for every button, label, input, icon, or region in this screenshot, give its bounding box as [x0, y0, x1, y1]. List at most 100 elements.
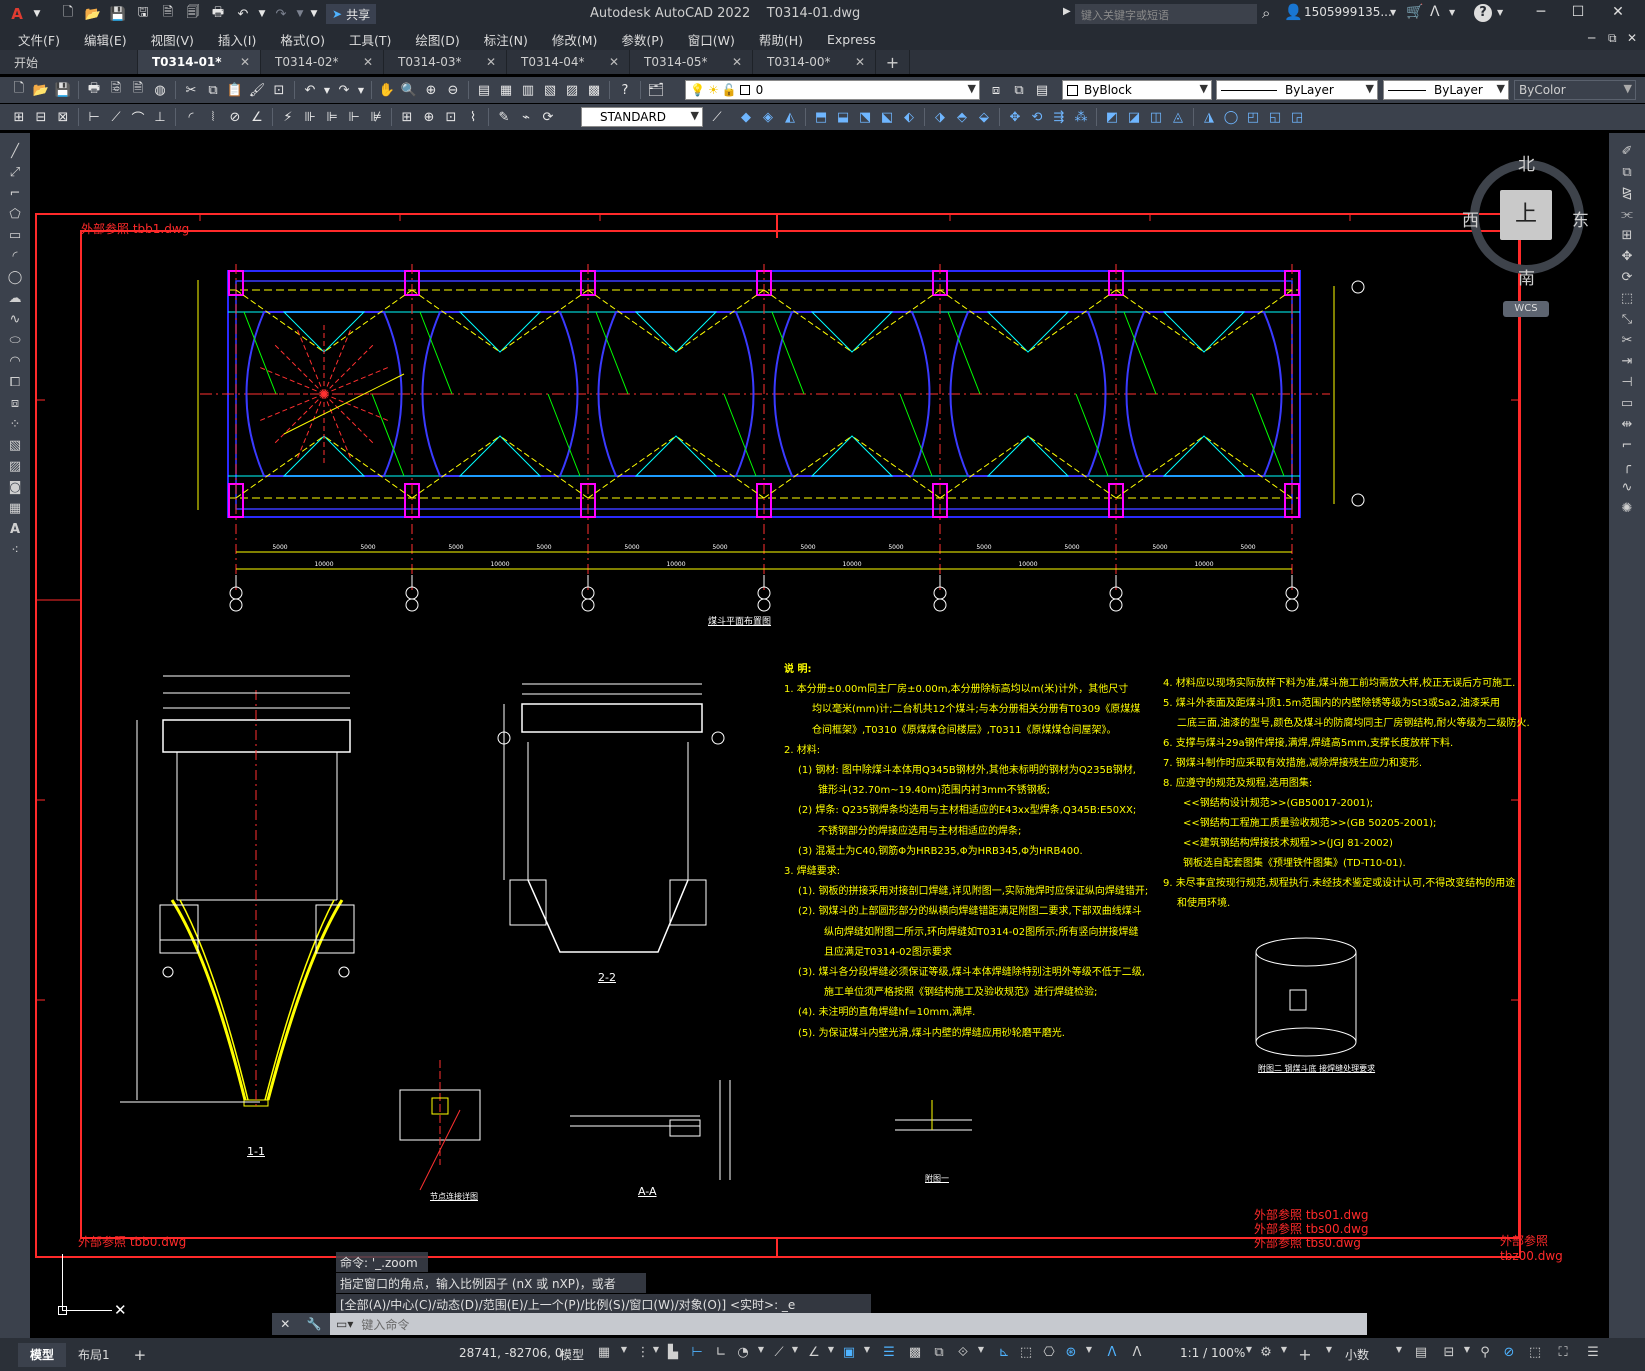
ellipse-icon[interactable]: ⬭: [5, 332, 25, 350]
blend-curves-icon[interactable]: ∿: [1617, 479, 1637, 497]
tab-t0314-04[interactable]: T0314-04* ✕: [507, 50, 630, 74]
command-input[interactable]: 键入命令: [361, 1316, 409, 1333]
3d-print-icon[interactable]: ◍: [151, 81, 169, 99]
tool-palettes-icon[interactable]: ▥: [519, 81, 537, 99]
block-editor-icon[interactable]: ⊡: [270, 81, 288, 99]
radius-dim-icon[interactable]: ◜: [182, 108, 200, 126]
qnew-icon[interactable]: 🗋: [10, 81, 28, 99]
autodesk-dropdown-icon[interactable]: ▼: [1449, 8, 1455, 17]
status-menu-icon[interactable]: ☰: [1584, 1345, 1602, 1363]
sheet-set-icon[interactable]: ▧: [541, 81, 559, 99]
center-mark-icon[interactable]: ⊕: [420, 108, 438, 126]
menu-format[interactable]: 格式(O): [280, 30, 325, 49]
dynamic-input-icon[interactable]: ⊢: [688, 1345, 706, 1363]
inspection-icon[interactable]: ⊡: [442, 108, 460, 126]
publish-icon[interactable]: 🗎: [129, 81, 147, 99]
workspace-dropdown-icon[interactable]: ▼: [1275, 1345, 1293, 1363]
viewcube-south[interactable]: 南: [1518, 264, 1535, 289]
help-icon[interactable]: ?: [1474, 4, 1492, 22]
markup-icon[interactable]: ▨: [563, 81, 581, 99]
add-layout-button[interactable]: +: [122, 1343, 159, 1367]
ellipse-arc-icon[interactable]: ◠: [5, 353, 25, 371]
model-space-toggle[interactable]: 模型: [560, 1346, 584, 1363]
undo-dropdown-icon[interactable]: ▼: [257, 4, 267, 24]
tab-close-icon[interactable]: ✕: [855, 55, 865, 69]
dynamic-ucs-icon[interactable]: ⊾: [995, 1345, 1013, 1363]
presspull-icon[interactable]: ⬖: [900, 108, 918, 126]
tab-t0314-03[interactable]: T0314-03* ✕: [384, 50, 507, 74]
user-name[interactable]: 1505999135...: [1304, 5, 1392, 19]
tab-t0314-02[interactable]: T0314-02* ✕: [261, 50, 384, 74]
search-icon[interactable]: ⌕: [1262, 4, 1270, 22]
layer-walk-icon[interactable]: ⊟: [32, 108, 50, 126]
cone-icon[interactable]: ◭: [781, 108, 799, 126]
customize-quick-access-icon[interactable]: ▼: [308, 4, 320, 24]
tab-close-icon[interactable]: ✕: [609, 55, 619, 69]
viewcube-north[interactable]: 北: [1518, 150, 1535, 175]
object-snap-dropdown-icon[interactable]: ▼: [858, 1345, 876, 1363]
save-icon[interactable]: 💾: [54, 81, 72, 99]
gradient-icon[interactable]: ▨: [5, 458, 25, 476]
plot-icon[interactable]: 🖶: [207, 4, 229, 24]
tab-t0314-00[interactable]: T0314-00* ✕: [753, 50, 876, 74]
minimize-icon[interactable]: ─: [1530, 4, 1552, 20]
arc-length-icon[interactable]: ⌒: [129, 108, 147, 127]
fillet-icon[interactable]: ╭: [1617, 458, 1637, 476]
redo-dropdown-icon[interactable]: ▼: [295, 4, 305, 24]
menu-view[interactable]: 视图(V): [151, 30, 194, 49]
dim-break-icon[interactable]: ⊯: [367, 108, 385, 126]
command-customize-icon[interactable]: 🔧: [307, 1317, 322, 1331]
rotate-icon[interactable]: ⟳: [1617, 269, 1637, 287]
new-file-icon[interactable]: 🗋: [57, 4, 79, 24]
table-icon[interactable]: ▦: [5, 500, 25, 518]
tab-t0314-05[interactable]: T0314-05* ✕: [630, 50, 753, 74]
dim-space-icon[interactable]: ⊩: [345, 108, 363, 126]
menu-parametric[interactable]: 参数(P): [621, 30, 663, 49]
section-plane-icon[interactable]: ◬: [1169, 108, 1187, 126]
union-icon[interactable]: ⬗: [931, 108, 949, 126]
annotation-visibility-icon[interactable]: ⊛: [1062, 1345, 1080, 1363]
annotation-dropdown-icon[interactable]: ▼: [1080, 1345, 1098, 1363]
break-at-point-icon[interactable]: ⊣: [1617, 374, 1637, 392]
drawing-canvas[interactable]: 5000 5000 5000 5000 5000 5000 5000 5000 5000 5000…: [30, 133, 1609, 1350]
help-dropdown-icon[interactable]: ▼: [1497, 8, 1503, 17]
rectangle-icon[interactable]: ▭: [5, 227, 25, 245]
baseline-dim-icon[interactable]: ⊪: [301, 108, 319, 126]
tab-close-icon[interactable]: ✕: [240, 55, 250, 69]
units-display[interactable]: 小数: [1345, 1346, 1369, 1363]
menu-dimension[interactable]: 标注(N): [484, 30, 528, 49]
3d-osnap-icon[interactable]: ⟐: [954, 1345, 972, 1363]
dim-style-dropdown[interactable]: STANDARD ▼: [581, 107, 703, 127]
intersect-icon[interactable]: ⬙: [975, 108, 993, 126]
layer-merge-icon[interactable]: ⊠: [54, 108, 72, 126]
plotstyle-dropdown[interactable]: ByColor ▼: [1514, 80, 1636, 100]
zoom-window-icon[interactable]: ⊕: [422, 81, 440, 99]
share-button[interactable]: ➤ 共享: [326, 4, 377, 24]
redo-icon[interactable]: ↷: [270, 4, 292, 24]
menu-express[interactable]: Express: [827, 32, 876, 47]
undo-icon[interactable]: ↶: [301, 81, 319, 99]
transparency-icon[interactable]: ▩: [906, 1345, 924, 1363]
command-recent-icon[interactable]: ▭▾: [336, 1317, 353, 1331]
redo-dropdown-icon[interactable]: ▼: [357, 81, 365, 99]
tab-model[interactable]: 模型: [18, 1342, 67, 1367]
spline-icon[interactable]: ∿: [5, 311, 25, 329]
3d-rotate-icon[interactable]: ⟲: [1028, 108, 1046, 126]
ordinate-dim-icon[interactable]: ⊥: [151, 108, 169, 126]
lineweight-dropdown[interactable]: ByLayer ▼: [1383, 80, 1509, 100]
search-expand-icon[interactable]: ▶: [1063, 6, 1071, 17]
layer-previous-icon[interactable]: ⧉: [1010, 81, 1028, 99]
polygon-icon[interactable]: ⬠: [5, 206, 25, 224]
sweep-icon[interactable]: ⬔: [856, 108, 874, 126]
pan-icon[interactable]: ✋: [378, 81, 396, 99]
add-icon[interactable]: +: [1296, 1345, 1314, 1364]
selection-cycling-icon[interactable]: ⧉: [930, 1345, 948, 1363]
customize-status-icon[interactable]: ⛶: [1554, 1345, 1572, 1363]
annotation-scale-icon[interactable]: Ʌ: [1128, 1345, 1146, 1363]
undo-dropdown-icon[interactable]: ▼: [323, 81, 331, 99]
angular-dim-icon[interactable]: ∠: [248, 108, 266, 126]
user-dropdown-icon[interactable]: ▼: [1390, 8, 1396, 17]
infer-constraints-icon[interactable]: ▙: [664, 1345, 682, 1363]
stretch-icon[interactable]: ⤡: [1617, 311, 1637, 329]
linetype-dropdown[interactable]: ByLayer ▼: [1216, 80, 1378, 100]
